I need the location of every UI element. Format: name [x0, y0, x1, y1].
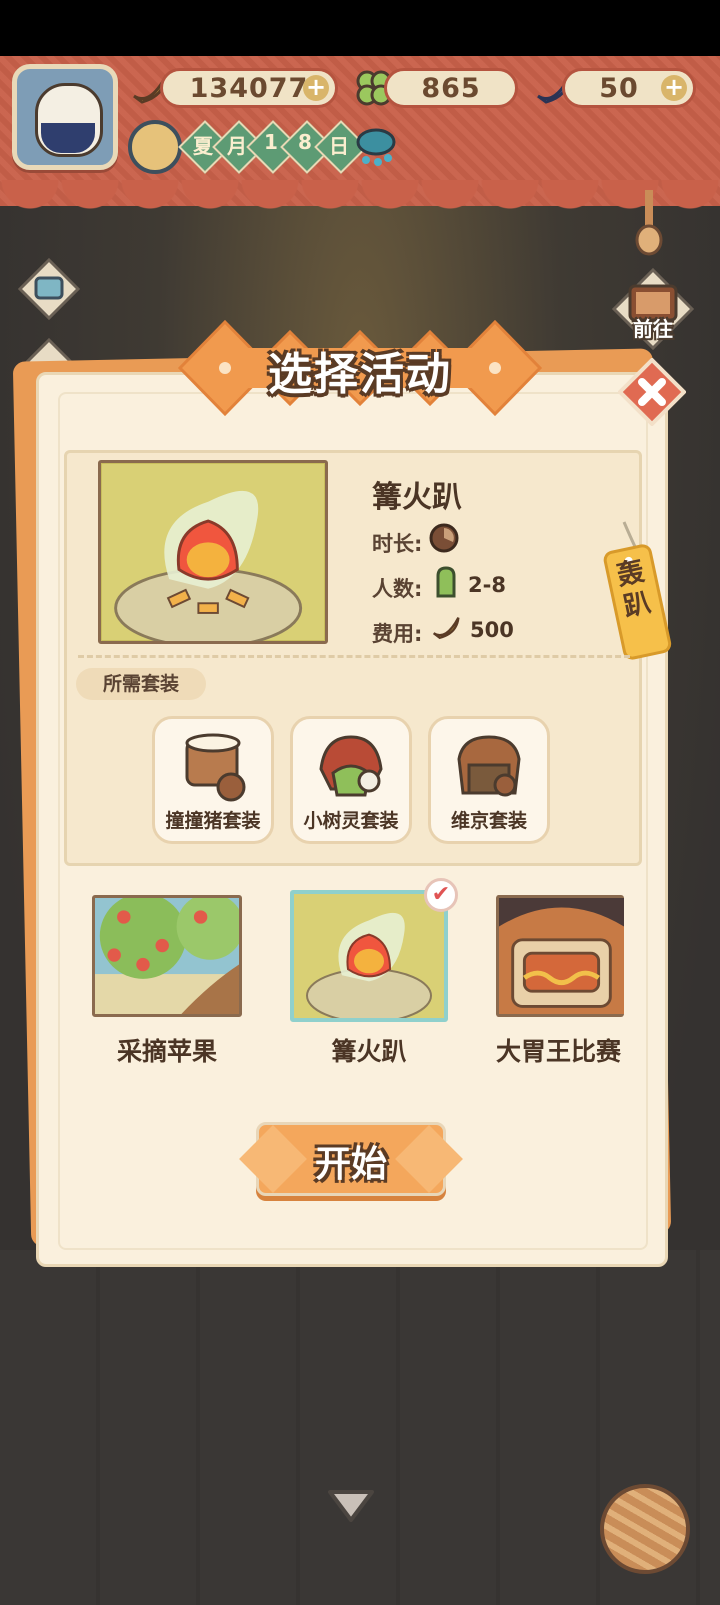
suit-label: 撞撞猪套装: [165, 810, 261, 832]
viking-suit-icon: [457, 735, 521, 797]
start-label: 开始: [314, 1144, 387, 1185]
add-banana-button[interactable]: +: [303, 75, 329, 101]
start-button[interactable]: 开始: [239, 1122, 463, 1196]
blue-banana-counter[interactable]: 50 +: [562, 68, 696, 108]
status-bar: [0, 0, 720, 56]
close-icon[interactable]: [618, 358, 686, 426]
tree-spirit-suit-icon: [319, 735, 383, 797]
dialog-title: 选择活动: [268, 349, 452, 400]
required-suits-label: 所需套装: [102, 673, 179, 695]
selected-check-icon: ✔: [424, 878, 458, 912]
banana-counter[interactable]: 134077 +: [160, 68, 338, 108]
activity-label[interactable]: 采摘苹果: [82, 1032, 252, 1068]
people-value: 2-8: [468, 573, 506, 597]
yarn-ball-icon[interactable]: [600, 1484, 690, 1574]
calendar-icon[interactable]: [128, 120, 182, 174]
duration-label: 时长:: [372, 532, 423, 556]
tv-icon[interactable]: [18, 258, 80, 320]
activity-label[interactable]: 大胃王比赛: [496, 1032, 624, 1068]
go-label[interactable]: 前往: [612, 313, 694, 342]
player-avatar[interactable]: [12, 64, 118, 170]
pig-suit-icon: [185, 733, 246, 802]
add-blue-banana-button[interactable]: +: [661, 75, 687, 101]
campfire-image: [98, 460, 328, 644]
banana-icon: [432, 617, 460, 640]
date-char: 夏: [193, 134, 213, 158]
suit-label: 小树灵套装: [303, 810, 399, 832]
date-char: 8: [298, 130, 312, 154]
person-icon: [436, 566, 456, 598]
curtain-scallop: [0, 180, 720, 220]
clover-counter[interactable]: 865: [384, 68, 518, 108]
banana-count: 134077: [189, 72, 309, 104]
suit-item-tree-spirit[interactable]: 小树灵套装: [290, 716, 412, 844]
divider: [78, 655, 630, 658]
cost-label: 费用:: [372, 622, 423, 646]
clover-count: 865: [421, 72, 481, 104]
rain-cloud-icon[interactable]: [352, 124, 400, 168]
activity-card-apple[interactable]: [92, 895, 242, 1017]
activity-label[interactable]: 篝火趴: [284, 1032, 454, 1068]
hanging-rope[interactable]: [634, 190, 664, 260]
activity-card-eating-contest[interactable]: [496, 895, 624, 1017]
blue-banana-count: 50: [599, 72, 639, 104]
avatar-vest: [41, 123, 95, 153]
suit-item-viking[interactable]: 维京套装: [428, 716, 550, 844]
date-char: 1: [264, 130, 278, 154]
date-char: 日: [329, 134, 349, 158]
chevron-down-icon[interactable]: [326, 1486, 376, 1526]
suit-item-pig[interactable]: 撞撞猪套装: [152, 716, 274, 844]
required-suits-tag: 所需套装: [76, 668, 206, 700]
selected-activity-name: 篝火趴: [372, 480, 462, 515]
activity-card-campfire[interactable]: [290, 890, 448, 1022]
clock-icon: [429, 523, 459, 553]
date-char: 月: [227, 134, 247, 158]
suit-label: 维京套装: [450, 810, 527, 832]
people-label: 人数:: [372, 577, 423, 601]
cost-value: 500: [470, 618, 514, 642]
